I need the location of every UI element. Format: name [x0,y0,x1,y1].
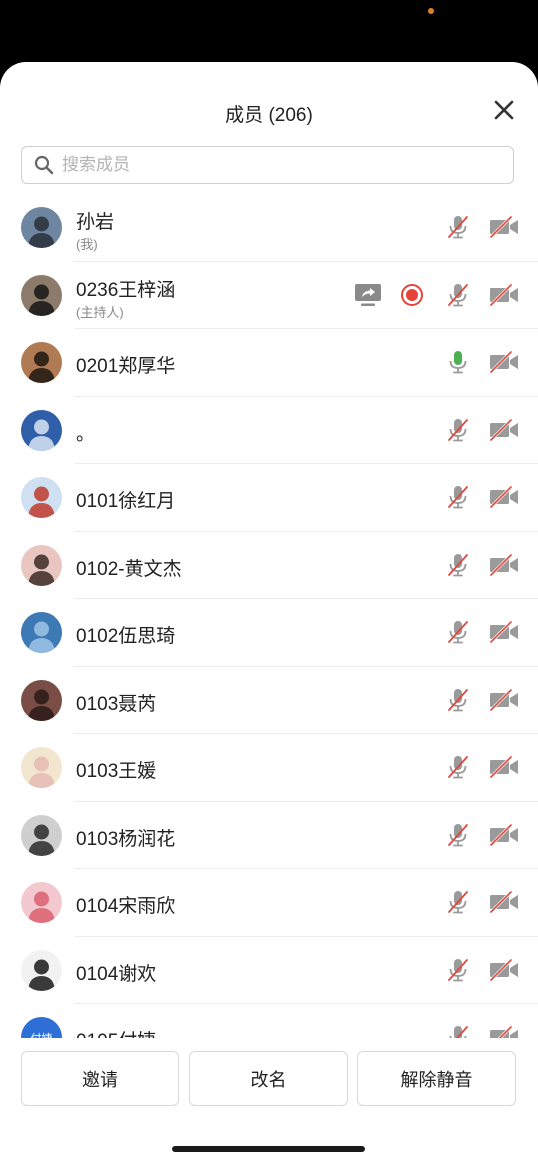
member-name: 孙岩 [76,212,115,233]
avatar [21,949,62,991]
video-camera-off-icon[interactable] [489,889,519,915]
search-bar[interactable] [21,146,514,184]
member-name: 0102伍思琦 [76,626,176,647]
members-sheet: 成员 (206) 孙岩 (我) 0236王梓涵 (主持人) 0201郑厚华。 0101徐红… [0,62,538,1163]
avatar [21,207,62,248]
member-row[interactable]: 孙岩 (我) [0,194,538,262]
microphone-muted-icon[interactable] [446,484,470,510]
video-camera-off-icon[interactable] [489,484,519,510]
member-name: 0104谢欢 [76,963,157,985]
close-icon [494,100,514,120]
member-row[interactable]: 0104宋雨欣 [0,869,538,937]
search-input[interactable] [60,154,484,176]
search-icon [34,155,54,175]
avatar [21,747,62,788]
member-row[interactable]: 0236王梓涵 (主持人) [0,262,538,329]
member-name: 。 [76,423,96,445]
avatar [21,342,62,383]
avatar [21,274,62,316]
microphone-muted-icon[interactable] [446,417,470,443]
avatar [21,477,62,518]
video-camera-off-icon[interactable] [489,619,519,645]
member-row[interactable]: 付婕0105付婕 [0,1004,538,1039]
member-row[interactable]: 0103聂芮 [0,667,538,734]
member-role-label: (我) [76,237,98,252]
home-indicator [172,1146,365,1152]
video-camera-off-icon[interactable] [489,957,519,983]
microphone-icon[interactable] [446,349,470,375]
record-icon[interactable] [400,282,424,308]
avatar [21,612,62,653]
screen-share-icon[interactable] [354,282,382,308]
member-row[interactable]: 0101徐红月 [0,464,538,532]
video-camera-off-icon[interactable] [489,552,519,578]
microphone-muted-icon[interactable] [446,957,470,983]
microphone-muted-icon[interactable] [446,822,470,848]
video-camera-off-icon[interactable] [489,282,519,308]
microphone-muted-icon[interactable] [446,552,470,578]
video-camera-off-icon[interactable] [489,417,519,443]
member-row[interactable]: 0103王媛 [0,734,538,802]
member-row[interactable]: 0104谢欢 [0,937,538,1004]
video-camera-off-icon[interactable] [489,1024,519,1039]
microphone-muted-icon[interactable] [446,889,470,915]
close-button[interactable] [492,98,516,122]
member-name: 0201郑厚华 [76,356,176,377]
member-name: 0104宋雨欣 [76,896,176,917]
member-row[interactable]: 0201郑厚华 [0,329,538,397]
member-row[interactable]: 0102-黄文杰 [0,532,538,599]
member-name: 0102-黄文杰 [76,558,182,580]
video-camera-off-icon[interactable] [489,214,519,240]
microphone-muted-icon[interactable] [446,754,470,780]
avatar [21,882,62,923]
video-camera-off-icon[interactable] [489,687,519,713]
member-name: 0101徐红月 [76,491,176,512]
page-title: 成员 (206) [225,105,313,126]
sheet-header: 成员 (206) [0,62,538,184]
unmute-button[interactable]: 解除静音 [357,1051,516,1106]
avatar [21,814,62,856]
member-name: 0103聂芮 [76,693,157,715]
microphone-muted-icon[interactable] [446,214,470,240]
avatar: 付婕 [21,1017,62,1039]
member-row[interactable]: 0102伍思琦 [0,599,538,667]
video-camera-off-icon[interactable] [489,349,519,375]
rename-button[interactable]: 改名 [189,1051,348,1106]
member-name: 0103王媛 [76,761,157,782]
member-row[interactable]: 0103杨润花 [0,802,538,869]
member-list[interactable]: 孙岩 (我) 0236王梓涵 (主持人) 0201郑厚华。 0101徐红月 0102-黄文杰… [0,194,538,1039]
member-name: 0103杨润花 [76,828,176,850]
invite-button[interactable]: 邀请 [21,1051,179,1106]
microphone-muted-icon[interactable] [446,1024,470,1039]
member-name: 0236王梓涵 [76,279,176,301]
member-role-label: (主持人) [76,304,124,320]
avatar [21,544,62,586]
avatar [21,679,62,721]
microphone-muted-icon[interactable] [446,282,470,308]
avatar [21,409,62,451]
video-camera-off-icon[interactable] [489,822,519,848]
video-camera-off-icon[interactable] [489,754,519,780]
microphone-muted-icon[interactable] [446,687,470,713]
microphone-muted-icon[interactable] [446,619,470,645]
footer-bar: 邀请 改名 解除静音 [0,1038,538,1163]
camera-indicator [428,8,434,14]
member-row[interactable]: 。 [0,397,538,464]
